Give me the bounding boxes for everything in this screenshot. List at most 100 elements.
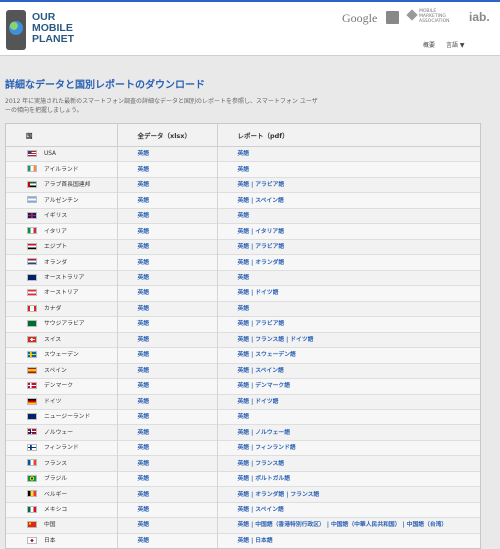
pdf-download-link[interactable]: 英語 <box>238 337 250 343</box>
pdf-download-link[interactable]: 英語 <box>238 151 250 157</box>
xlsx-download-link[interactable]: 英語 <box>138 492 150 498</box>
pdf-download-link[interactable]: 英語 <box>238 461 250 467</box>
nav-about-link[interactable]: 概要 <box>423 40 435 49</box>
xlsx-download-link[interactable]: 英語 <box>138 182 150 188</box>
pdf-download-link[interactable]: ノルウェー語 <box>255 430 290 436</box>
country-cell: エジプト <box>6 238 117 255</box>
xlsx-download-link[interactable]: 英語 <box>138 368 150 374</box>
xlsx-download-link[interactable]: 英語 <box>138 321 150 327</box>
pdf-download-link[interactable]: 英語 <box>238 260 250 266</box>
pdf-download-link[interactable]: スペイン語 <box>255 507 284 513</box>
pdf-cell: 英語 | アラビア語 <box>216 176 480 193</box>
xlsx-cell: 英語 <box>116 285 217 302</box>
xlsx-download-link[interactable]: 英語 <box>138 430 150 436</box>
pdf-cell: 英語 <box>216 161 480 178</box>
pdf-download-link[interactable]: ドイツ語 <box>290 337 313 343</box>
country-cell: スウェーデン <box>6 347 117 364</box>
xlsx-download-link[interactable]: 英語 <box>138 306 150 312</box>
pdf-download-link[interactable]: 英語 <box>238 352 250 358</box>
xlsx-download-link[interactable]: 英語 <box>138 213 150 219</box>
xlsx-download-link[interactable]: 英語 <box>138 198 150 204</box>
flag-fi-icon <box>27 443 37 451</box>
pdf-cell: 英語 | フィンランド語 <box>216 439 480 456</box>
xlsx-download-link[interactable]: 英語 <box>138 167 150 173</box>
pdf-download-link[interactable]: フランス語 <box>255 337 284 343</box>
table-row: オーストリア 英語 英語 | ドイツ語 <box>6 285 480 302</box>
country-cell: オランダ <box>6 254 117 271</box>
xlsx-download-link[interactable]: 英語 <box>138 461 150 467</box>
nav-language-menu[interactable]: 言語 ▼ <box>446 40 465 49</box>
pdf-download-link[interactable]: 英語 <box>238 414 250 420</box>
pdf-download-link[interactable]: アラビア語 <box>255 244 284 250</box>
pdf-download-link[interactable]: 英語 <box>238 507 250 513</box>
xlsx-download-link[interactable]: 英語 <box>138 260 150 266</box>
pdf-download-link[interactable]: オランダ語 <box>255 260 284 266</box>
country-name: エジプト <box>44 244 68 251</box>
country-cell: フランス <box>6 455 117 472</box>
pdf-download-link[interactable]: 英語 <box>238 430 250 436</box>
xlsx-download-link[interactable]: 英語 <box>138 507 150 513</box>
xlsx-download-link[interactable]: 英語 <box>138 275 150 281</box>
pdf-download-link[interactable]: 中国語（香港特別行政区） <box>255 522 325 528</box>
pdf-download-link[interactable]: スペイン語 <box>255 198 284 204</box>
country-name: ブラジル <box>44 476 68 483</box>
pdf-download-link[interactable]: アラビア語 <box>255 182 284 188</box>
table-row: サウジアラビア 英語 英語 | アラビア語 <box>6 316 480 333</box>
pdf-download-link[interactable]: 英語 <box>238 476 250 482</box>
pdf-download-link[interactable]: 英語 <box>238 522 250 528</box>
pdf-download-link[interactable]: フィンランド語 <box>255 445 295 451</box>
pdf-download-link[interactable]: 中国語（中華人民共和国） <box>331 522 401 528</box>
pdf-cell: 英語 | 中国語（香港特別行政区） | 中国語（中華人民共和国） | 中国語（台湾） <box>216 517 480 534</box>
pdf-download-link[interactable]: デンマーク語 <box>255 383 290 389</box>
flag-se-icon <box>27 351 37 359</box>
pdf-download-link[interactable]: 英語 <box>238 167 250 173</box>
pdf-download-link[interactable]: 英語 <box>238 182 250 188</box>
xlsx-download-link[interactable]: 英語 <box>138 352 150 358</box>
pdf-download-link[interactable]: イタリア語 <box>255 229 284 235</box>
table-row: USA 英語 英語 <box>6 145 480 162</box>
xlsx-download-link[interactable]: 英語 <box>138 151 150 157</box>
pdf-download-link[interactable]: フランス語 <box>255 461 284 467</box>
xlsx-download-link[interactable]: 英語 <box>138 414 150 420</box>
pdf-download-link[interactable]: スウェーデン語 <box>255 352 296 358</box>
pdf-download-link[interactable]: オランダ語 <box>255 492 284 498</box>
flag-us-icon <box>27 150 37 157</box>
xlsx-download-link[interactable]: 英語 <box>138 445 150 451</box>
pdf-download-link[interactable]: 英語 <box>238 399 250 405</box>
xlsx-download-link[interactable]: 英語 <box>138 476 150 482</box>
pdf-download-link[interactable]: 英語 <box>238 321 250 327</box>
xlsx-download-link[interactable]: 英語 <box>138 244 150 250</box>
pdf-download-link[interactable]: 英語 <box>238 275 250 281</box>
pdf-download-link[interactable]: ドイツ語 <box>255 399 278 405</box>
site-logo[interactable]: OUR MOBILE PLANET <box>6 9 96 51</box>
xlsx-download-link[interactable]: 英語 <box>138 290 150 296</box>
pdf-download-link[interactable]: 英語 <box>238 213 250 219</box>
country-name: フィンランド <box>44 445 79 452</box>
pdf-download-link[interactable]: ポルトガル語 <box>255 476 290 482</box>
pdf-download-link[interactable]: アラビア語 <box>255 321 284 327</box>
pdf-download-link[interactable]: 英語 <box>238 538 250 544</box>
xlsx-download-link[interactable]: 英語 <box>138 522 150 528</box>
pdf-download-link[interactable]: 英語 <box>238 306 250 312</box>
country-name: USA <box>44 151 56 158</box>
xlsx-download-link[interactable]: 英語 <box>138 383 150 389</box>
pdf-download-link[interactable]: 英語 <box>238 492 250 498</box>
pdf-download-link[interactable]: 英語 <box>238 229 250 235</box>
xlsx-download-link[interactable]: 英語 <box>138 399 150 405</box>
xlsx-download-link[interactable]: 英語 <box>138 229 150 235</box>
pdf-download-link[interactable]: フランス語 <box>290 492 319 498</box>
pdf-download-link[interactable]: 中国語（台湾） <box>407 522 448 528</box>
pdf-download-link[interactable]: ドイツ語 <box>255 290 278 296</box>
pdf-download-link[interactable]: 英語 <box>238 244 250 250</box>
pdf-download-link[interactable]: 英語 <box>238 198 250 204</box>
pdf-download-link[interactable]: 英語 <box>238 290 250 296</box>
pdf-download-link[interactable]: 英語 <box>238 368 250 374</box>
pdf-download-link[interactable]: スペイン語 <box>255 368 284 374</box>
pdf-download-link[interactable]: 日本語 <box>255 538 272 544</box>
xlsx-download-link[interactable]: 英語 <box>138 337 150 343</box>
pdf-download-link[interactable]: 英語 <box>238 383 250 389</box>
pdf-download-link[interactable]: 英語 <box>238 445 250 451</box>
country-cell: アラブ首長国連邦 <box>6 176 117 193</box>
country-name: ノルウェー <box>44 429 73 436</box>
xlsx-download-link[interactable]: 英語 <box>138 538 150 544</box>
